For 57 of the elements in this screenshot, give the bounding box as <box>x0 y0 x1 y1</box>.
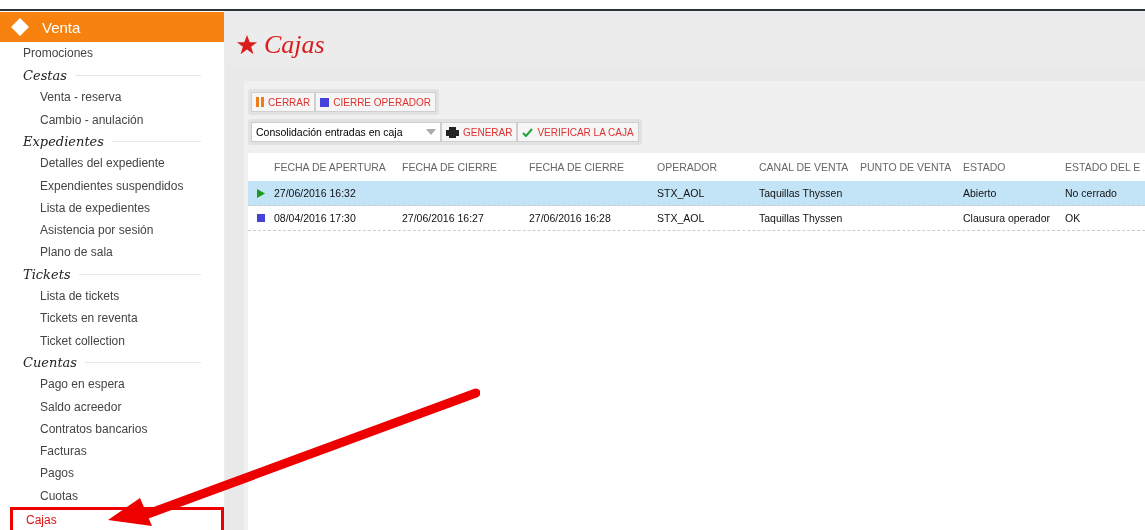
sidebar-item[interactable]: Contratos bancarios <box>40 417 148 441</box>
table-cell: No cerrado <box>1065 187 1117 199</box>
table-row[interactable]: 08/04/2016 17:30 27/06/2016 16:27 27/06/2016 16:28 STX_AOL Taquillas Thyssen Clausura operador OK <box>248 206 1145 231</box>
column-header: FECHA DE CIERRE <box>529 161 626 173</box>
column-header: PUNTO DE VENTA <box>860 161 953 173</box>
column-header: FECHA DE CIERRE <box>402 161 499 173</box>
table-cell: STX_AOL <box>657 212 705 224</box>
stop-icon <box>257 214 265 222</box>
sidebar-item[interactable]: Promociones <box>23 42 94 65</box>
table-cell: OK <box>1065 212 1081 224</box>
section-title: Expedientes <box>23 134 104 150</box>
sidebar-title: Venta <box>42 18 81 36</box>
sidebar-item[interactable]: Cuotas <box>40 484 79 507</box>
toolbar-button[interactable]: CERRAR <box>251 92 316 112</box>
sidebar-item[interactable]: Detalles del expediente <box>40 152 165 175</box>
table-cell: 27/06/2016 16:27 <box>402 212 484 224</box>
column-header: OPERADOR <box>657 161 719 173</box>
column-header: ESTADO <box>963 161 1007 173</box>
report-button[interactable]: VERIFICAR LA CAJA <box>517 122 639 142</box>
sidebar-item[interactable]: Expendientes suspendidos <box>40 174 184 197</box>
sidebar-item[interactable]: Cambio - anulación <box>40 108 144 131</box>
sidebar-item[interactable]: Plano de sala <box>40 241 113 264</box>
sidebar-item[interactable]: Pagos <box>40 462 75 485</box>
dropdown-caret-icon <box>426 129 436 135</box>
table-cell: Taquillas Thyssen <box>759 187 843 199</box>
toolbar-button[interactable]: CIERRE OPERADOR <box>315 92 437 112</box>
page-title: Cajas <box>264 30 325 60</box>
table-cell: Clausura operador <box>963 212 1050 224</box>
sidebar-item[interactable]: Ticket collection <box>40 329 125 352</box>
section-title: Cestas <box>23 67 67 83</box>
section-title: Tickets <box>23 266 71 282</box>
column-header: ESTADO DEL E <box>1065 161 1142 173</box>
star-icon <box>236 34 258 56</box>
pause-icon <box>256 97 264 107</box>
column-header: CANAL DE VENTA <box>759 161 850 173</box>
sidebar-item[interactable]: Venta - reserva <box>40 86 122 109</box>
check-icon <box>522 127 534 137</box>
sidebar-item[interactable]: Pago en espera <box>40 373 125 396</box>
table-cell: Abierto <box>963 187 997 199</box>
play-icon <box>257 188 265 198</box>
table-cell: STX_AOL <box>657 187 705 199</box>
section-title: Cuentas <box>23 355 78 371</box>
sidebar-item[interactable]: Saldo acreedor <box>40 395 122 418</box>
sidebar-item[interactable]: Lista de tickets <box>40 285 120 308</box>
column-header: FECHA DE APERTURA <box>274 161 387 173</box>
table-row[interactable]: 27/06/2016 16:32 STX_AOL Taquillas Thyssen Abierto No cerrado <box>248 181 1145 206</box>
sidebar-item[interactable]: Tickets en reventa <box>40 307 138 330</box>
sidebar-item[interactable]: Facturas <box>40 440 87 463</box>
sidebar-item[interactable]: Lista de expedientes <box>40 196 151 220</box>
table-cell: Taquillas Thyssen <box>759 212 843 224</box>
report-select[interactable]: Consolidación entradas en caja <box>251 122 441 142</box>
stop-icon <box>320 97 330 107</box>
table-cell: 27/06/2016 16:32 <box>274 187 356 199</box>
report-button[interactable]: GENERAR <box>441 122 518 142</box>
table-cell: 08/04/2016 17:30 <box>274 212 356 224</box>
sidebar-item[interactable]: Asistencia por sesión <box>40 219 154 242</box>
table-cell: 27/06/2016 16:28 <box>529 212 611 224</box>
